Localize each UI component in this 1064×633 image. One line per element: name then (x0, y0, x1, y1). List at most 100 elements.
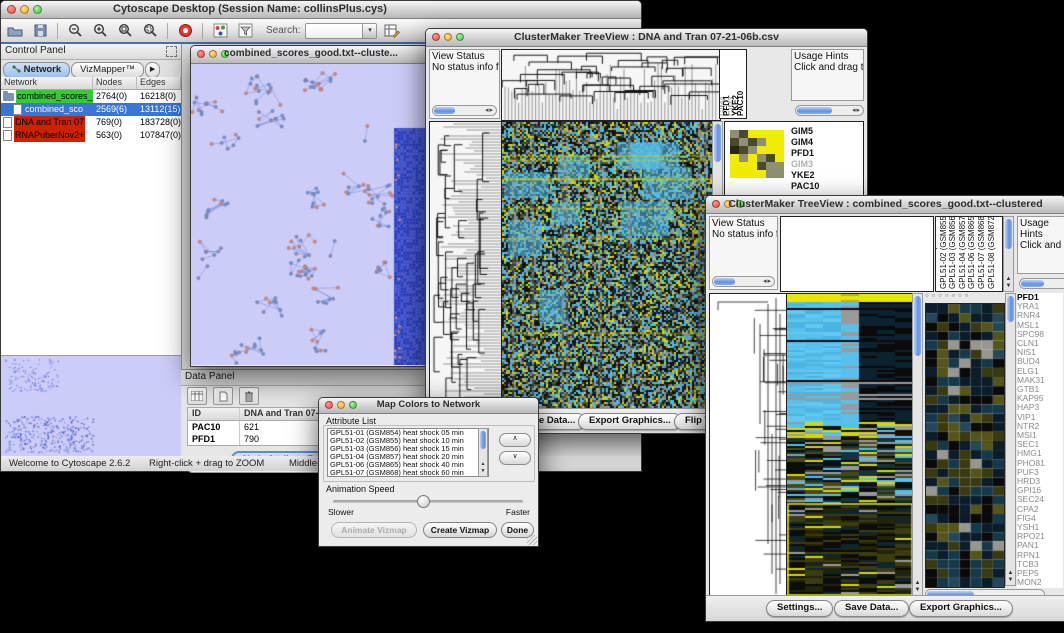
list-item[interactable]: PAC10 (791, 181, 819, 192)
dialog-titlebar[interactable]: Map Colors to Network (319, 398, 538, 414)
zoom-heatmap-cell[interactable] (739, 146, 748, 154)
zoom-heatmap-cell[interactable] (748, 162, 757, 170)
list-item[interactable]: PFD1 (791, 148, 819, 159)
heatmap-vscrollbar[interactable]: ▲▼ (912, 293, 923, 596)
gene-list-vscrollbar[interactable]: ▲▼ (1005, 293, 1016, 586)
column-dendrogram[interactable] (780, 216, 934, 292)
list-item[interactable]: GPL51-07 (GSM868) heat shock 60 min (330, 469, 488, 477)
zoom-heatmap-cell[interactable] (766, 154, 775, 162)
move-down-button[interactable]: ∨ (499, 451, 531, 465)
zoom-heatmap-cell[interactable] (730, 154, 739, 162)
zoom-heatmap-cell[interactable] (757, 138, 766, 146)
list-item[interactable]: GPL51-08 (GSM872) (987, 216, 996, 289)
zoom-heatmap[interactable] (730, 130, 784, 178)
list-item[interactable]: GPL51-03 (GSM856) (948, 216, 957, 289)
help-lifering-icon[interactable] (175, 22, 195, 40)
speed-slider-thumb[interactable] (417, 495, 430, 508)
zoom-heatmap-cell[interactable] (730, 170, 739, 178)
zoom-heatmap-cell[interactable] (766, 146, 775, 154)
resize-grip[interactable] (527, 535, 537, 545)
zoom-heatmap-cell[interactable] (766, 130, 775, 138)
column-dendrogram[interactable] (501, 49, 721, 121)
network-row[interactable]: DNA and Tran 07 769(0) 183728(0) (1, 116, 181, 129)
zoom-heatmap-cell[interactable] (739, 138, 748, 146)
zoom-heatmap-cell[interactable] (748, 138, 757, 146)
main-titlebar[interactable]: Cytoscape Desktop (Session Name: collins… (1, 1, 641, 19)
list-item[interactable]: GPL51-06 (GSM865) (967, 216, 976, 289)
network-graph-canvas[interactable] (191, 64, 429, 365)
zoom-heatmap-cell[interactable] (748, 130, 757, 138)
birdseye-view[interactable] (1, 355, 181, 456)
save-button[interactable] (30, 22, 50, 40)
zoom-heatmap-cell[interactable] (757, 170, 766, 178)
list-item[interactable]: GIM3 (791, 159, 819, 170)
zoom-heatmap-cell[interactable] (748, 146, 757, 154)
list-item[interactable]: GIM5 (791, 126, 819, 137)
row-dendrogram[interactable] (429, 121, 503, 411)
vizmapper-icon[interactable] (210, 22, 230, 40)
zoom-in-icon[interactable] (90, 22, 110, 40)
zoom-heatmap-cell[interactable] (748, 170, 757, 178)
list-item[interactable]: YKE2 (791, 170, 819, 181)
zoom-fit-icon[interactable] (115, 22, 135, 40)
column-labels-vscrollbar[interactable]: ▲▼ (1003, 216, 1014, 292)
zoom-heatmap-cell[interactable] (739, 170, 748, 178)
zoom-selected-icon[interactable] (140, 22, 160, 40)
list-item[interactable]: PAC10 (736, 49, 745, 116)
list-item[interactable]: GPL51-01 (GSM854) (935, 216, 938, 289)
zoomview-hscrollbar[interactable] (1019, 278, 1064, 289)
heatmap-global[interactable] (786, 293, 914, 598)
row-dendrogram[interactable] (709, 293, 788, 598)
zoom-heatmap-cell[interactable] (739, 130, 748, 138)
animate-vizmap-button[interactable]: Animate Vizmap (331, 522, 417, 538)
minimize-button[interactable] (20, 5, 29, 14)
search-input[interactable]: ▾ (305, 23, 377, 39)
open-file-button[interactable] (5, 22, 25, 40)
list-item[interactable]: GPL51-07 (GSM868) (977, 216, 986, 289)
delete-attribute-icon[interactable] (239, 387, 259, 405)
zoom-heatmap[interactable] (925, 303, 1005, 588)
export-graphics-button[interactable]: Export Graphics... (909, 600, 1013, 617)
zoom-heatmap-cell[interactable] (730, 130, 739, 138)
settings-button[interactable]: Settings... (766, 600, 833, 617)
view-status-hscrollbar[interactable]: ◂▸ (432, 105, 497, 116)
zoom-heatmap-cell[interactable] (766, 138, 775, 146)
zoom-heatmap-cell[interactable] (757, 130, 766, 138)
zoom-out-icon[interactable] (65, 22, 85, 40)
close-button[interactable] (7, 5, 16, 14)
list-item[interactable]: GPL51-04 (GSM857) (958, 216, 967, 289)
view-status-hscrollbar[interactable]: ◂▸ (712, 276, 775, 287)
zoomview-hscrollbar[interactable]: ◂▸ (795, 105, 864, 116)
network-titlebar[interactable]: combined_scores_good.txt--cluste... (191, 46, 431, 64)
zoom-heatmap-cell[interactable] (757, 154, 766, 162)
zoom-heatmap-cell[interactable] (766, 170, 775, 178)
tab-network[interactable]: Network (3, 62, 70, 78)
filter-icon[interactable] (235, 22, 255, 40)
zoom-heatmap-cell[interactable] (739, 162, 748, 170)
move-up-button[interactable]: ∧ (499, 433, 531, 447)
tab-overflow-arrow[interactable]: ▶ (145, 62, 160, 78)
maximize-button[interactable] (33, 5, 42, 14)
save-data-button[interactable]: Save Data... (834, 600, 909, 617)
zoom-heatmap-cell[interactable] (775, 130, 784, 138)
list-item[interactable]: GIM4 (791, 137, 819, 148)
export-graphics-button[interactable]: Export Graphics... (578, 413, 682, 430)
select-attributes-icon[interactable] (187, 387, 207, 405)
attribute-editor-icon[interactable] (382, 22, 402, 40)
zoom-heatmap-cell[interactable] (730, 162, 739, 170)
zoom-heatmap-cell[interactable] (775, 154, 784, 162)
zoom-heatmap-cell[interactable] (739, 154, 748, 162)
network-row-selected[interactable]: combined_sco 2569(6) 13112(15) (1, 103, 181, 116)
zoom-heatmap-cell[interactable] (730, 146, 739, 154)
float-panel-icon[interactable] (166, 46, 177, 57)
search-dropdown-arrow[interactable]: ▾ (362, 24, 376, 38)
network-row[interactable]: RNAPuberNov2+ 563(0) 107847(0) (1, 129, 181, 142)
network-row[interactable]: combined_scores_ 2764(0) 16218(0) (1, 90, 181, 103)
new-attribute-icon[interactable] (213, 387, 233, 405)
zoom-heatmap-cell[interactable] (748, 154, 757, 162)
tab-vizmapper[interactable]: VizMapper™ (71, 62, 144, 78)
zoom-heatmap-cell[interactable] (730, 138, 739, 146)
create-vizmap-button[interactable]: Create Vizmap (423, 522, 497, 538)
zoom-heatmap-cell[interactable] (775, 162, 784, 170)
treeview-dna-titlebar[interactable]: ClusterMaker TreeView : DNA and Tran 07-… (426, 29, 867, 47)
